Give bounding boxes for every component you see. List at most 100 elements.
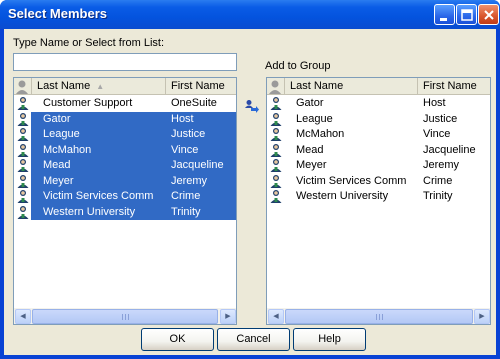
last-name-cell: Gator [296, 97, 324, 109]
last-name-cell: McMahon [296, 128, 345, 140]
list-item[interactable]: McMahon Vince [14, 142, 236, 158]
help-button[interactable]: Help [293, 328, 366, 351]
first-name-header-label: First Name [423, 80, 477, 92]
person-icon [17, 128, 29, 141]
close-button[interactable] [478, 4, 499, 25]
scroll-right-button[interactable]: ▶ [474, 309, 490, 324]
person-icon [17, 205, 29, 219]
person-icon [270, 159, 282, 172]
group-members-list[interactable]: Last Name First Name Gator Host League Just… [266, 77, 491, 325]
list-item[interactable]: League Justice [267, 112, 490, 128]
person-icon [270, 143, 282, 157]
scroll-thumb[interactable] [32, 309, 218, 324]
last-name-column-header[interactable]: Last Name ▲ [32, 78, 166, 95]
select-members-dialog: Select Members Type Name or Select from … [0, 0, 500, 359]
first-name-cell: Jacqueline [423, 143, 476, 156]
first-name-cell: Justice [423, 112, 458, 125]
ok-button[interactable]: OK [141, 328, 214, 351]
maximize-button[interactable] [456, 4, 477, 25]
person-icon [270, 112, 282, 126]
grip-line [379, 314, 380, 320]
first-name-cell: Crime [423, 174, 453, 187]
first-name-cell: Jeremy [423, 159, 460, 171]
first-name-cell: Crime [171, 190, 201, 202]
grip-line [125, 314, 126, 320]
grip-line [376, 314, 377, 320]
list-item[interactable]: Mead Jacqueline [267, 143, 490, 159]
sort-ascending-icon: ▲ [96, 82, 105, 91]
scroll-right-button[interactable]: ▶ [220, 309, 236, 324]
person-icon [17, 159, 29, 172]
first-name-column-header[interactable]: First Name [418, 78, 490, 95]
first-name-header-label: First Name [171, 80, 225, 92]
first-name-cell: Justice [171, 128, 206, 140]
last-name-column-header[interactable]: Last Name [285, 78, 418, 95]
chevron-left-icon: ◀ [20, 313, 26, 320]
scroll-left-button[interactable]: ◀ [15, 309, 31, 324]
window-title: Select Members [8, 6, 107, 21]
last-name-cell: McMahon [43, 143, 92, 156]
last-name-cell: League [296, 112, 333, 125]
person-icon [17, 143, 29, 157]
list-header: Last Name First Name [267, 78, 490, 95]
list-item[interactable]: Gator Host [267, 96, 490, 112]
list-item[interactable]: Meyer Jeremy [267, 158, 490, 174]
minimize-button[interactable] [434, 4, 455, 25]
grip-line [382, 314, 383, 320]
last-name-cell: League [43, 128, 80, 140]
icon-column-header[interactable] [267, 78, 285, 95]
grip-line [128, 314, 129, 320]
first-name-cell: Vince [423, 128, 451, 140]
dialog-body: Type Name or Select from List: Add to Gr… [4, 29, 496, 355]
list-item[interactable]: Gator Host [14, 111, 236, 127]
last-name-header-label: Last Name [290, 80, 344, 92]
first-name-cell: Trinity [171, 205, 201, 218]
first-name-cell: Host [423, 97, 446, 109]
first-name-cell: Jeremy [171, 174, 208, 187]
maximize-icon [461, 9, 473, 21]
list-item[interactable]: Mead Jacqueline [14, 158, 236, 174]
first-name-cell: Vince [171, 143, 199, 156]
last-name-cell: Mead [296, 143, 324, 156]
list-item[interactable]: Western University Trinity [267, 189, 490, 205]
last-name-cell: Meyer [43, 174, 74, 187]
person-icon [270, 128, 282, 141]
scroll-thumb[interactable] [285, 309, 473, 324]
chevron-left-icon: ◀ [273, 313, 279, 320]
person-icon [16, 80, 28, 94]
list-item[interactable]: Victim Services Comm Crime [267, 174, 490, 190]
chevron-right-icon: ▶ [479, 313, 485, 320]
add-to-group-button[interactable] [244, 99, 260, 116]
list-item[interactable]: Customer Support OneSuite [14, 96, 236, 112]
person-icon [270, 190, 282, 203]
search-input[interactable] [13, 53, 237, 71]
list-item[interactable]: League Justice [14, 127, 236, 143]
left-horizontal-scrollbar[interactable]: ◀ ▶ [14, 307, 236, 324]
add-to-group-icon [245, 100, 259, 113]
first-name-cell: Trinity [423, 190, 453, 202]
person-icon [17, 190, 29, 203]
list-item[interactable]: Victim Services Comm Crime [14, 189, 236, 205]
list-item[interactable]: Western University Trinity [14, 204, 236, 220]
list-item[interactable]: McMahon Vince [267, 127, 490, 143]
cancel-button[interactable]: Cancel [217, 328, 290, 351]
list-header: Last Name ▲ First Name [14, 78, 236, 95]
last-name-cell: Victim Services Comm [43, 190, 154, 202]
scroll-left-button[interactable]: ◀ [268, 309, 284, 324]
title-bar[interactable]: Select Members [0, 0, 500, 29]
first-name-cell: Jacqueline [171, 159, 224, 171]
icon-column-header[interactable] [14, 78, 32, 95]
person-icon [17, 112, 29, 126]
list-item[interactable]: Meyer Jeremy [14, 173, 236, 189]
minimize-icon [440, 18, 447, 21]
last-name-cell: Victim Services Comm [296, 174, 407, 187]
right-horizontal-scrollbar[interactable]: ◀ ▶ [267, 307, 490, 324]
person-icon [269, 80, 281, 94]
close-icon [484, 10, 494, 20]
person-icon [270, 97, 282, 110]
search-label: Type Name or Select from List: [13, 37, 164, 49]
available-members-list[interactable]: Last Name ▲ First Name Customer Support On… [13, 77, 237, 325]
last-name-cell: Western University [43, 205, 136, 218]
first-name-cell: Host [171, 112, 194, 125]
first-name-column-header[interactable]: First Name [166, 78, 236, 95]
